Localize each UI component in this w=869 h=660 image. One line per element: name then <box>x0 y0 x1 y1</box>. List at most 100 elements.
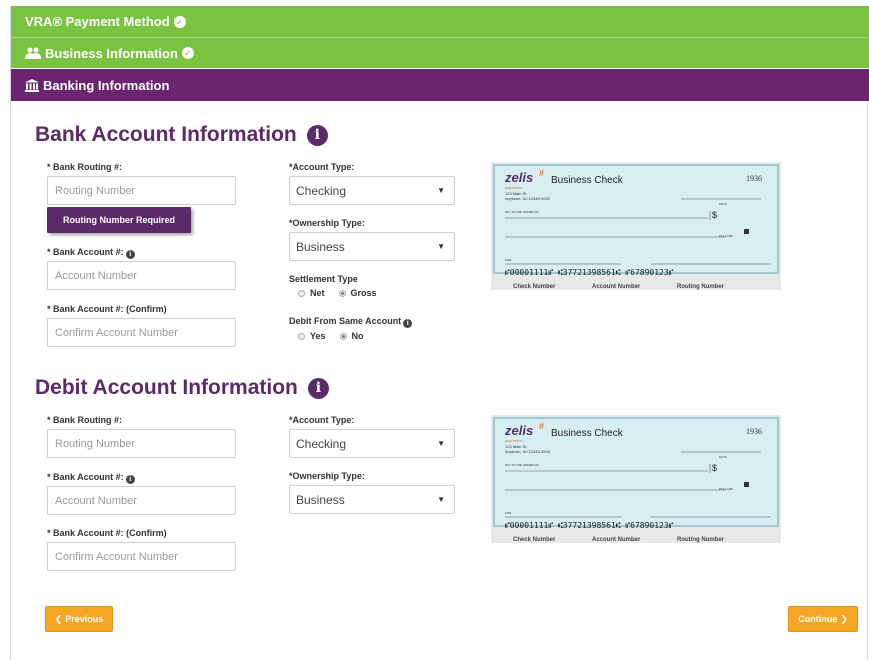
svg-text:#: # <box>539 168 544 178</box>
ownership-type-value: Business <box>296 239 345 254</box>
debit-account-confirm-label: * Bank Account #: (Confirm) <box>47 528 167 538</box>
settlement-type-label: Settlement Type <box>289 274 358 284</box>
debit-account-input[interactable]: Account Number <box>47 486 236 515</box>
debit-same-account-label: Debit From Same Account i <box>289 316 413 328</box>
check-title: Business Check <box>551 175 624 186</box>
account-type-label: *Account Type: <box>289 162 355 172</box>
radio-yes[interactable] <box>298 332 305 340</box>
info-icon[interactable]: i <box>403 319 413 328</box>
step-banking-information-label: Banking Information <box>43 77 170 93</box>
info-icon[interactable]: i <box>125 475 135 484</box>
step-payment-method[interactable]: VRA® Payment Method ✓ <box>11 6 869 37</box>
check-number: 1936 <box>746 174 762 183</box>
bank-account-label: * Bank Account #: i <box>47 247 135 259</box>
debit-account-heading: Debit Account Information i <box>35 376 329 400</box>
sample-check-image-debit: zelis # payments Business Check 1936 123… <box>491 415 781 543</box>
check-caption-check-number: Check Number <box>513 284 556 290</box>
check-dollars: DOLLARS <box>719 234 733 238</box>
continue-button-label: Continue <box>798 614 838 624</box>
routing-error-tooltip: Routing Number Required <box>47 207 191 233</box>
users-icon <box>25 47 41 59</box>
check-brand: zelis <box>504 170 533 185</box>
debit-ownership-type-value: Business <box>296 492 345 507</box>
debit-same-account-radios: Yes No <box>298 331 374 341</box>
step-banking-information[interactable]: Banking Information <box>11 69 869 101</box>
svg-text:#: # <box>539 421 544 431</box>
check-for: FOR <box>505 258 512 262</box>
check-circle-icon: ✓ <box>181 47 194 59</box>
check-for: FOR <box>505 511 512 515</box>
bank-account-input[interactable]: Account Number <box>47 261 236 290</box>
settlement-net-label: Net <box>310 288 325 298</box>
radio-gross[interactable] <box>338 289 346 297</box>
check-micr: ⑈00001111⑈ ⑆37721398561⑆ ⑈67890123⑈ <box>505 268 674 277</box>
check-brand: zelis <box>504 423 533 438</box>
settlement-gross-label: Gross <box>350 288 377 298</box>
debit-account-label: * Bank Account #: i <box>47 472 135 484</box>
ownership-type-label: *Ownership Type: <box>289 218 365 228</box>
page-frame: VRA® Payment Method ✓ Business Informati… <box>10 6 869 660</box>
caret-down-icon: ▼ <box>437 495 445 504</box>
debit-ownership-type-select[interactable]: Business ▼ <box>289 485 455 514</box>
debit-account-type-value: Checking <box>296 436 347 451</box>
account-type-select[interactable]: Checking ▼ <box>289 176 455 205</box>
bank-account-heading: Bank Account Information i <box>35 123 328 147</box>
check-date: DATE <box>719 202 727 206</box>
check-brand-sub: payments <box>505 438 522 443</box>
radio-no[interactable] <box>339 332 347 340</box>
continue-button[interactable]: Continue ❯ <box>788 606 858 632</box>
check-dollar-sign: $ <box>712 210 717 220</box>
debit-same-account-label-text: Debit From Same Account <box>289 316 402 326</box>
settlement-net-option[interactable]: Net <box>298 288 325 298</box>
sample-check-image: zelis # payments Business Check 1936 123… <box>491 162 781 290</box>
check-caption-check-number: Check Number <box>513 537 556 543</box>
debit-account-title: Debit Account Information <box>35 376 298 399</box>
debit-account-type-label: *Account Type: <box>289 415 355 425</box>
check-address-2: Anytown, NJ 12345-0000 <box>505 196 551 201</box>
check-circle-icon: ✓ <box>173 15 186 28</box>
step-business-information[interactable]: Business Information ✓ <box>11 37 869 68</box>
settlement-gross-option[interactable]: Gross <box>338 288 377 298</box>
caret-down-icon: ▼ <box>437 242 445 251</box>
debit-account-type-select[interactable]: Checking ▼ <box>289 429 455 458</box>
info-icon[interactable]: i <box>307 377 329 399</box>
step-business-information-label: Business Information <box>45 45 178 61</box>
bank-routing-input[interactable]: Routing Number <box>47 176 236 205</box>
check-date: DATE <box>719 455 727 459</box>
previous-button-label: Previous <box>65 614 104 624</box>
check-number: 1936 <box>746 427 762 436</box>
info-icon[interactable]: i <box>306 124 328 146</box>
radio-net[interactable] <box>298 289 305 297</box>
debit-routing-input[interactable]: Routing Number <box>47 429 236 458</box>
chevron-right-icon: ❯ <box>840 613 848 624</box>
check-pay-to: PAY TO THE ORDER OF <box>505 463 539 467</box>
debit-account-label-text: * Bank Account #: <box>47 472 124 482</box>
debit-same-no-option[interactable]: No <box>339 331 364 341</box>
check-caption-account-number: Account Number <box>592 284 641 290</box>
chevron-left-icon: ❮ <box>54 613 63 624</box>
check-caption-routing-number: Routing Number <box>677 284 725 290</box>
bank-account-title: Bank Account Information <box>35 123 297 146</box>
caret-down-icon: ▼ <box>437 439 445 448</box>
debit-same-yes-option[interactable]: Yes <box>298 331 326 341</box>
bank-account-confirm-input[interactable]: Confirm Account Number <box>47 318 236 347</box>
bank-account-label-text: * Bank Account #: <box>47 247 124 257</box>
check-caption-account-number: Account Number <box>592 537 641 543</box>
settlement-type-radios: Net Gross <box>298 288 387 298</box>
info-icon[interactable]: i <box>125 250 135 259</box>
check-dollar-sign: $ <box>712 463 717 473</box>
previous-button[interactable]: ❮ Previous <box>45 606 113 632</box>
check-brand-sub: payments <box>505 185 522 190</box>
debit-account-confirm-input[interactable]: Confirm Account Number <box>47 542 236 571</box>
bank-icon <box>25 78 39 92</box>
bank-routing-label: * Bank Routing #: <box>47 162 123 172</box>
check-micr: ⑈00001111⑈ ⑆37721398561⑆ ⑈67890123⑈ <box>505 521 674 530</box>
check-caption-routing-number: Routing Number <box>677 537 725 543</box>
check-address-2: Anytown, NJ 12345-0000 <box>505 449 551 454</box>
ownership-type-select[interactable]: Business ▼ <box>289 232 455 261</box>
lock-icon <box>744 482 749 487</box>
check-dollars: DOLLARS <box>719 487 733 491</box>
bank-account-confirm-label: * Bank Account #: (Confirm) <box>47 304 167 314</box>
lock-icon <box>744 229 749 234</box>
debit-same-yes-label: Yes <box>310 331 326 341</box>
